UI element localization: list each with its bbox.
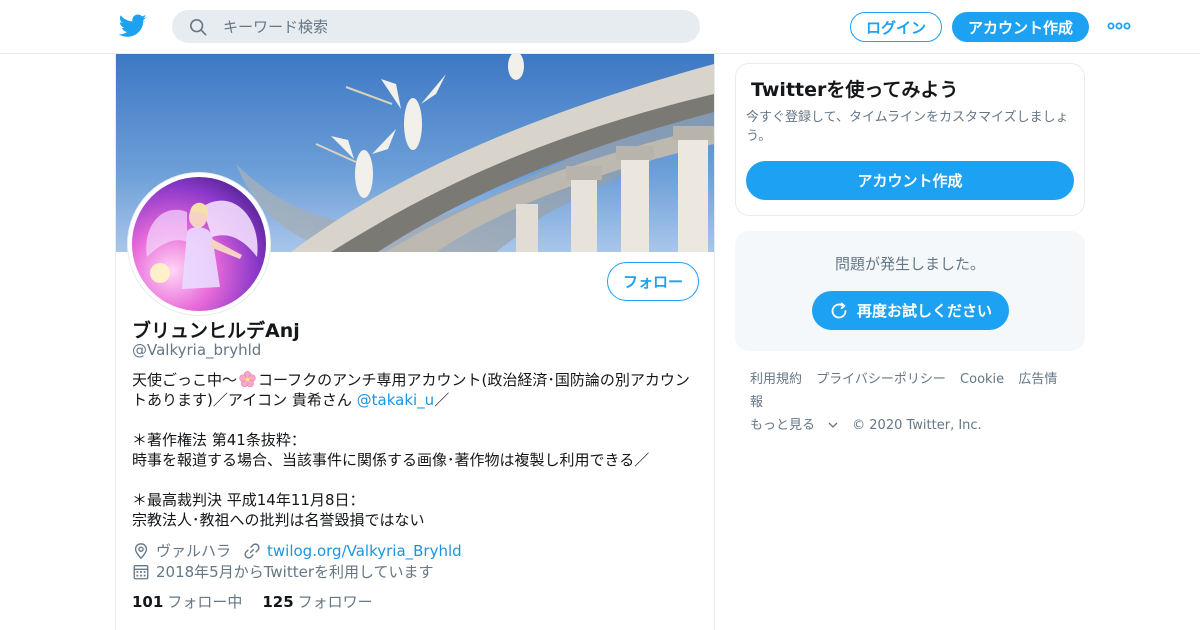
footer-privacy-link[interactable]: プライバシーポリシー: [816, 372, 946, 387]
following-count: 101: [132, 593, 164, 611]
profile-joined-date: 2018年5月からTwitterを利用しています: [156, 563, 434, 581]
search-input[interactable]: [223, 17, 663, 36]
error-message: 問題が発生しました。: [834, 255, 985, 273]
cherry-blossom-emoji-icon: [239, 371, 256, 388]
signup-card-description: 今すぐ登録して、タイムラインをカスタマイズしましょう。: [746, 110, 1069, 144]
link-icon: [244, 542, 260, 559]
bio-text: 時事を報道する場合、当該事件に関係する画像･著作物は複製し利用できる／: [132, 451, 650, 469]
profile-website-link[interactable]: twilog.org/Valkyria_Bryhld: [267, 542, 462, 560]
following-stat[interactable]: 101 フォロー中: [132, 591, 242, 612]
profile-avatar[interactable]: [128, 173, 270, 315]
signup-button[interactable]: アカウント作成: [952, 12, 1089, 42]
retry-label: 再度お試しください: [856, 302, 992, 320]
profile-stats: 101 フォロー中 125 フォロワー: [132, 591, 393, 612]
profile-meta-location-website: ヴァルハラ twilog.org/Valkyria_Bryhld: [132, 540, 462, 561]
profile-bio: 天使ごっこ中～ コーフクのアンチ専用アカウント(政治経済･国防論の別アカウントあ…: [132, 370, 702, 530]
bio-text: ＊著作権法 第41条抜粋：: [132, 431, 306, 449]
top-navigation-bar: ログイン アカウント作成: [0, 0, 1200, 54]
profile-meta-joined: 2018年5月からTwitterを利用しています: [132, 561, 434, 582]
profile-column: フォロー ブリュンヒルデAnj @Valkyria_bryhld 天使ごっこ中～…: [115, 54, 715, 630]
footer-more-link[interactable]: もっと見る: [750, 418, 838, 433]
calendar-icon: [133, 564, 149, 579]
location-pin-icon: [134, 542, 148, 559]
signup-card-button[interactable]: アカウント作成: [746, 161, 1074, 200]
footer-links: 利用規約 プライバシーポリシー Cookie 広告情報 もっと見る © 2020…: [750, 368, 1080, 437]
followers-count: 125: [262, 593, 294, 611]
bio-text: ／: [434, 391, 450, 409]
signup-prompt-card: Twitterを使ってみよう 今すぐ登録して、タイムラインをカスタマイズしましょ…: [735, 63, 1085, 216]
login-button[interactable]: ログイン: [850, 12, 942, 42]
chevron-down-icon: [828, 422, 838, 428]
profile-location: ヴァルハラ: [156, 542, 232, 560]
twitter-bird-logo-icon[interactable]: [119, 13, 147, 39]
following-label: フォロー中: [167, 593, 243, 611]
bio-text: 宗教法人･教祖への批判は名誉毀損ではない: [132, 511, 425, 529]
footer-more-label: もっと見る: [750, 418, 816, 433]
profile-handle[interactable]: @Valkyria_bryhld: [132, 341, 261, 359]
footer-terms-link[interactable]: 利用規約: [750, 372, 802, 387]
followers-label: フォロワー: [297, 593, 373, 611]
search-bar[interactable]: [172, 10, 700, 43]
search-icon: [189, 18, 207, 35]
footer-cookie-link[interactable]: Cookie: [960, 372, 1004, 387]
refresh-icon: [831, 302, 847, 318]
bio-mention-link[interactable]: @takaki_u: [357, 391, 435, 409]
avatar-angel-image: [132, 177, 266, 311]
signup-card-title: Twitterを使ってみよう: [751, 79, 959, 101]
profile-display-name: ブリュンヒルデAnj: [132, 320, 300, 342]
bio-text: 天使ごっこ中～: [132, 371, 238, 389]
error-card: 問題が発生しました。 再度お試しください: [735, 231, 1085, 351]
footer-copyright: © 2020 Twitter, Inc.: [852, 418, 982, 433]
followers-stat[interactable]: 125 フォロワー: [262, 591, 372, 612]
bio-text: ＊最高裁判決 平成14年11月8日：: [132, 491, 365, 509]
retry-button[interactable]: 再度お試しください: [812, 291, 1009, 330]
follow-button[interactable]: フォロー: [607, 262, 699, 301]
more-options-icon[interactable]: [1107, 20, 1131, 32]
